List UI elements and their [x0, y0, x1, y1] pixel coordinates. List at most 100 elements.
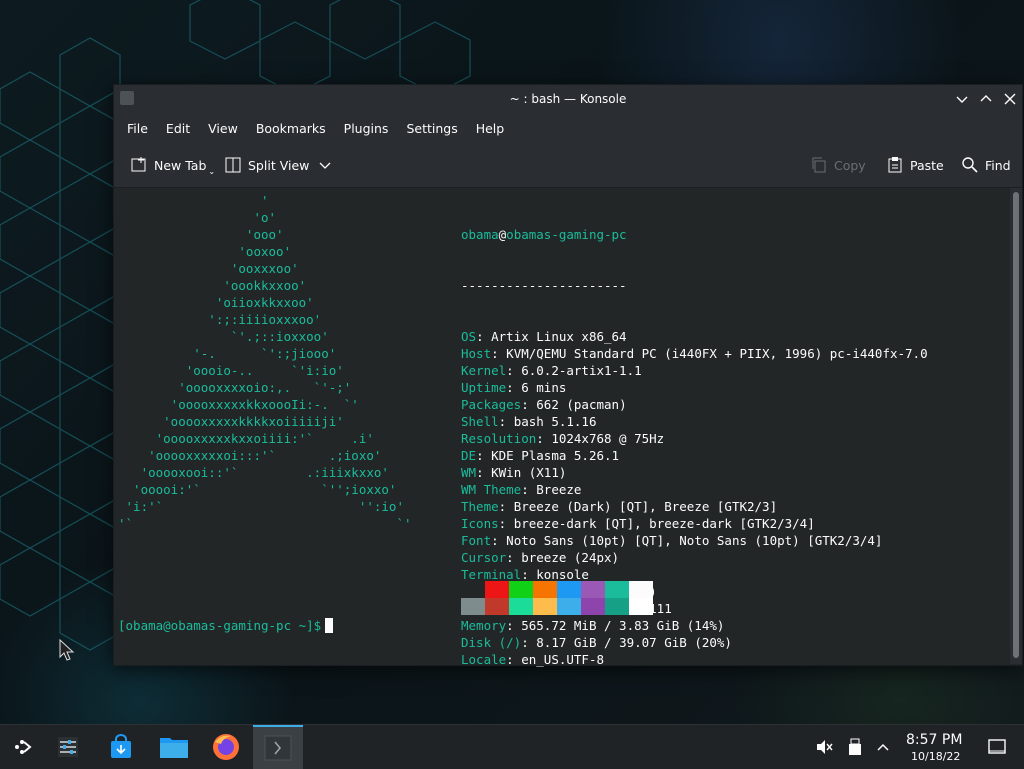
ascii-line: 'ooxoo' — [118, 244, 292, 259]
usb-device-icon[interactable] — [845, 737, 865, 757]
show-desktop-icon[interactable] — [987, 737, 1007, 757]
neofetch-colon: : — [498, 499, 514, 514]
text-cursor — [325, 618, 334, 633]
ascii-line: 'ooxxxoo' — [118, 261, 299, 276]
neofetch-user: obama — [461, 227, 499, 242]
taskbar: 8:57 PM 10/18/22 — [0, 724, 1024, 769]
konsole-window: ~ : bash — Konsole File Edit View Bookma… — [113, 84, 1023, 667]
konsole-task[interactable] — [253, 725, 303, 769]
color-swatch — [485, 598, 509, 615]
split-view-button[interactable]: Split View — [224, 153, 337, 177]
dolphin-task[interactable] — [152, 725, 196, 769]
neofetch-colon: : — [506, 652, 522, 667]
neofetch-row: WM Theme: Breeze — [461, 481, 928, 498]
volume-muted-icon[interactable] — [814, 737, 834, 757]
neofetch-value: breeze (24px) — [521, 550, 620, 565]
application-launcher-button[interactable] — [0, 725, 44, 769]
settings-sliders-icon — [58, 737, 78, 757]
neofetch-key: Font — [461, 533, 492, 548]
menu-file[interactable]: File — [118, 117, 157, 140]
color-swatch — [581, 598, 605, 615]
neofetch-key: DE — [461, 448, 477, 463]
neofetch-value: 8.17 GiB / 39.07 GiB (20%) — [536, 635, 732, 650]
neofetch-key: Icons — [461, 516, 499, 531]
title-bar[interactable]: ~ : bash — Konsole — [114, 85, 1022, 113]
neofetch-key: Packages — [461, 397, 522, 412]
shopping-bag-icon — [111, 734, 131, 758]
neofetch-key: Theme — [461, 499, 499, 514]
menu-edit[interactable]: Edit — [157, 117, 199, 140]
ascii-line: ':;:iiiioxxxoo' — [118, 312, 322, 327]
neofetch-colon: : — [521, 635, 537, 650]
chevron-down-icon[interactable] — [319, 159, 331, 171]
neofetch-row: Icons: breeze-dark [QT], breeze-dark [GT… — [461, 515, 928, 532]
ascii-line: 'ooooxxxxxkkkkxoiiiiiji' — [118, 414, 344, 429]
firefox-task[interactable] — [204, 725, 248, 769]
show-hidden-icons-chevron-up-icon[interactable] — [873, 737, 893, 757]
neofetch-colon: : — [476, 465, 492, 480]
clock-date[interactable]: 10/18/22 — [911, 750, 960, 763]
neofetch-row: Kernel: 6.0.2-artix1-1.1 — [461, 362, 928, 379]
neofetch-key: Kernel — [461, 363, 507, 378]
menu-help[interactable]: Help — [467, 117, 514, 140]
neofetch-colon: : — [476, 329, 492, 344]
neofetch-colon: : — [491, 346, 507, 361]
neofetch-key: Disk (/) — [461, 635, 522, 650]
discover-task[interactable] — [99, 725, 143, 769]
neofetch-row: Font: Noto Sans (10pt) [QT], Noto Sans (… — [461, 532, 928, 549]
neofetch-colon: : — [498, 516, 514, 531]
split-view-label: Split View — [248, 157, 310, 173]
neofetch-row: Shell: bash 5.1.16 — [461, 413, 928, 430]
menu-bookmarks[interactable]: Bookmarks — [247, 117, 335, 140]
neofetch-value: 6.0.2-artix1-1.1 — [521, 363, 642, 378]
copy-label: Copy — [834, 157, 866, 173]
find-label: Find — [985, 157, 1011, 173]
copy-button[interactable]: Copy — [810, 153, 866, 177]
menu-view[interactable]: View — [199, 117, 247, 140]
neofetch-colon: : — [498, 414, 514, 429]
ascii-line: 'ooooxxxxxkxxoiiii:'` .i' — [118, 431, 374, 446]
close-button[interactable] — [1002, 91, 1018, 107]
artix-ascii-logo: ' 'o' 'ooo' 'ooxoo' 'ooxxxoo' 'oookkxxoo… — [118, 192, 412, 532]
find-button[interactable]: Find — [961, 153, 1011, 177]
minimize-button[interactable] — [954, 91, 970, 107]
neofetch-value: KVM/QEMU Standard PC (i440FX + PIIX, 199… — [506, 346, 928, 361]
menu-settings[interactable]: Settings — [397, 117, 466, 140]
color-swatch — [557, 581, 581, 598]
maximize-button[interactable] — [978, 91, 994, 107]
new-tab-label: New Tab — [154, 157, 207, 173]
ascii-line: 'o' — [118, 210, 277, 225]
search-icon — [962, 157, 978, 173]
paste-button[interactable]: Paste — [886, 153, 944, 177]
color-swatch — [557, 598, 581, 615]
menu-plugins[interactable]: Plugins — [335, 117, 398, 140]
neofetch-key: Locale — [461, 652, 507, 667]
ascii-line: 'ooo' — [118, 227, 284, 242]
scrollbar-thumb[interactable] — [1013, 192, 1019, 658]
color-palette — [461, 581, 653, 615]
ascii-line: 'ooooxooi::'` .:iiixkxxo' — [118, 465, 389, 480]
shell-prompt[interactable]: [obama@obamas-gaming-pc ~]$ — [118, 617, 334, 634]
neofetch-value: Noto Sans (10pt) [QT], Noto Sans (10pt) … — [506, 533, 883, 548]
chevron-down-icon — [956, 96, 968, 103]
neofetch-row: Locale: en_US.UTF-8 — [461, 651, 928, 668]
terminal-view[interactable]: ' 'o' 'ooo' 'ooxoo' 'ooxxxoo' 'oookkxxoo… — [114, 188, 1010, 667]
neofetch-colon: : — [506, 618, 522, 633]
system-settings-task[interactable] — [46, 725, 90, 769]
ascii-line: 'oookkxxoo' — [118, 278, 307, 293]
neofetch-value: 565.72 MiB / 3.83 GiB (14%) — [521, 618, 725, 633]
neofetch-row: Cursor: breeze (24px) — [461, 549, 928, 566]
menu-bar: File Edit View Bookmarks Plugins Setting… — [114, 113, 1022, 143]
clock-time[interactable]: 8:57 PM — [906, 732, 962, 748]
paste-icon — [888, 157, 902, 173]
close-icon — [1004, 93, 1016, 105]
copy-icon — [812, 157, 826, 173]
neofetch-key: Uptime — [461, 380, 507, 395]
new-tab-button[interactable]: New Tab ⌄ — [130, 153, 215, 177]
new-tab-dropdown-icon[interactable]: ⌄ — [208, 167, 215, 176]
scrollbar[interactable] — [1010, 188, 1022, 664]
neofetch-colon: : — [536, 431, 552, 446]
neofetch-row: Memory: 565.72 MiB / 3.83 GiB (14%) — [461, 617, 928, 634]
neofetch-colon: : — [476, 448, 492, 463]
neofetch-value: 1024x768 @ 75Hz — [551, 431, 665, 446]
